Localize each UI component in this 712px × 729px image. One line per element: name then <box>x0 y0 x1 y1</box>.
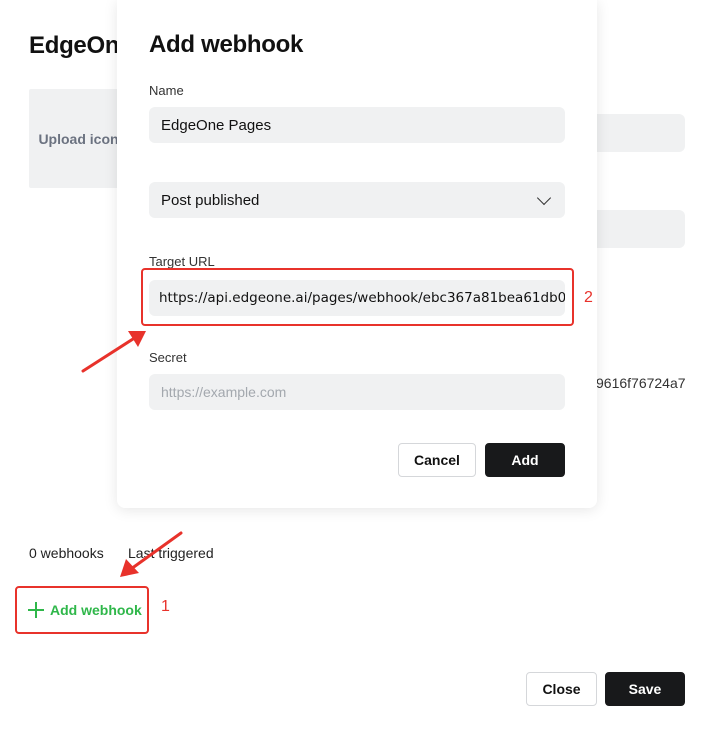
arrow-to-add-webhook <box>120 531 183 577</box>
annotation-arrows <box>81 331 183 577</box>
arrow-to-target-url <box>81 331 146 373</box>
